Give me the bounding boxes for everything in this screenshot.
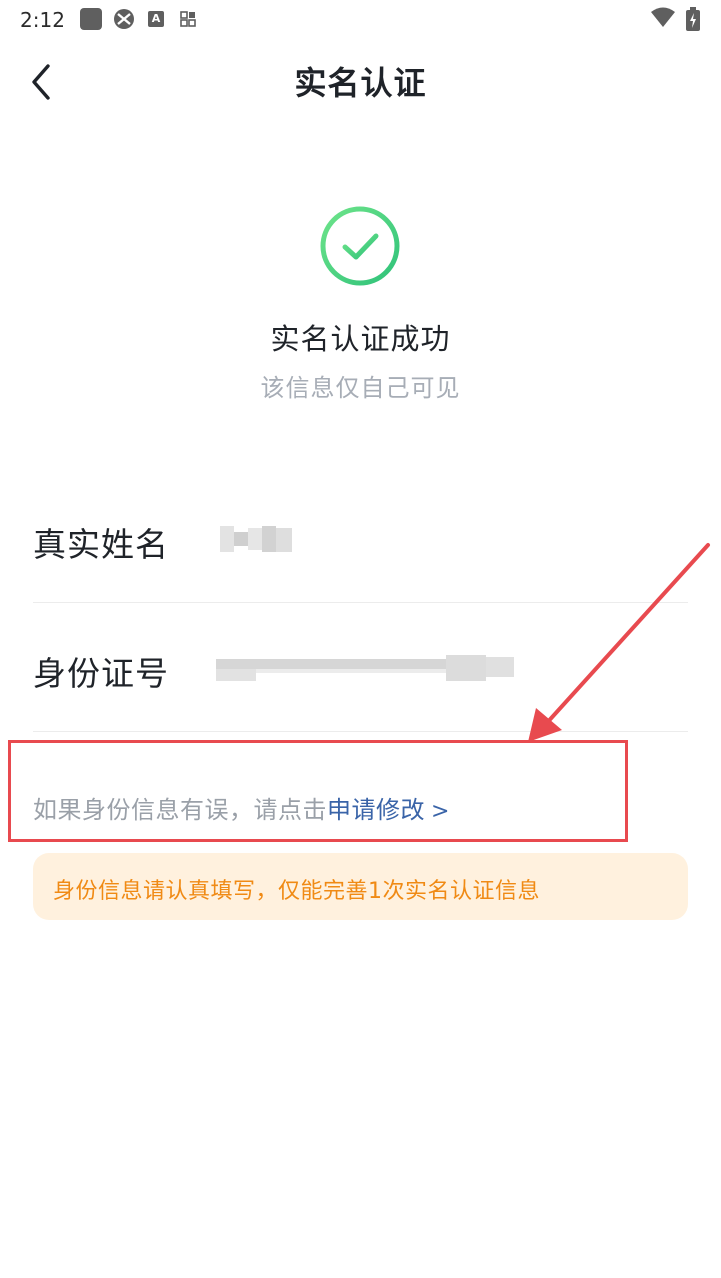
- id-number-label: 身份证号: [33, 654, 169, 693]
- status-time: 2:12: [20, 8, 65, 32]
- correction-prefix: 如果身份信息有误，请点击: [33, 796, 327, 824]
- page-title: 实名认证: [294, 64, 427, 102]
- real-name-value-redacted: [216, 522, 296, 556]
- check-circle-icon: [320, 206, 400, 286]
- success-title: 实名认证成功: [270, 322, 451, 356]
- status-bar: 2:12 A: [0, 0, 721, 40]
- app-square-icon: [80, 8, 102, 30]
- id-number-row: 身份证号: [33, 603, 688, 732]
- id-number-value-redacted: [216, 651, 514, 685]
- screen: 2:12 A 实名认证 实名认证成功 该信息仅自己可见 真实姓名 身份证号 如果…: [0, 0, 721, 1278]
- privacy-note: 该信息仅自己可见: [260, 374, 461, 402]
- tip-text: 身份信息请认真填写，仅能完善1次实名认证信息: [53, 879, 540, 904]
- battery-charging-icon: [686, 7, 700, 31]
- correction-notice: 如果身份信息有误，请点击申请修改 >: [33, 790, 450, 825]
- tip-banner: 身份信息请认真填写，仅能完善1次实名认证信息: [33, 853, 688, 920]
- qr-grid-icon: [180, 11, 196, 27]
- a-badge-icon: A: [148, 11, 164, 27]
- correction-notice-highlight: 如果身份信息有误，请点击申请修改 >: [8, 740, 628, 842]
- real-name-label: 真实姓名: [33, 525, 169, 564]
- wifi-icon: [651, 7, 675, 27]
- app-icon: [114, 9, 134, 29]
- nav-bar: 实名认证: [0, 40, 721, 120]
- real-name-row: 真实姓名: [33, 474, 688, 603]
- chevron-right-icon[interactable]: >: [431, 799, 450, 824]
- apply-modify-link[interactable]: 申请修改: [327, 796, 425, 824]
